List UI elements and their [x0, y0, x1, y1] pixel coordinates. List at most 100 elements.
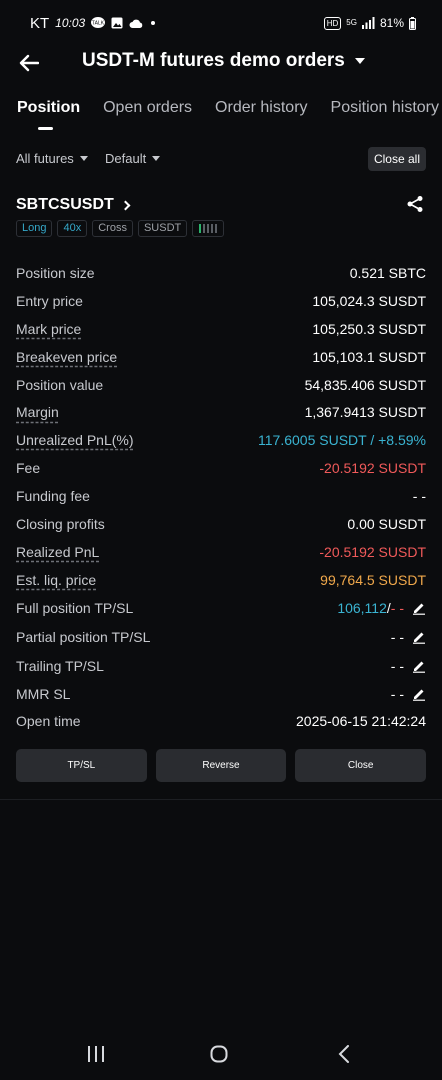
- risk-bar: [207, 224, 210, 233]
- row-label: Fee: [16, 460, 41, 477]
- row-value: - -: [391, 658, 426, 674]
- row-value: - -: [412, 488, 426, 505]
- row-funding-fee: Funding fee - -: [16, 482, 426, 510]
- row-label[interactable]: Realized PnL: [16, 544, 99, 560]
- row-value: 99,764.5 SUSDT: [320, 571, 426, 588]
- row-open-time: Open time 2025-06-15 21:42:24: [16, 707, 426, 735]
- risk-bar: [211, 224, 214, 233]
- row-label[interactable]: Breakeven price: [16, 349, 117, 365]
- sort-filter-dropdown[interactable]: Default: [105, 150, 161, 166]
- 5g-icon: 5G: [346, 18, 357, 27]
- close-all-button[interactable]: Close all: [367, 147, 426, 171]
- row-fee: Fee -20.5192 SUSDT: [16, 454, 426, 482]
- side-badge: Long: [16, 220, 53, 237]
- row-value: - -: [391, 686, 426, 702]
- row-full-tpsl: Full position TP/SL 106,112 / - -: [16, 594, 426, 623]
- row-position-value: Position value 54,835.406 SUSDT: [16, 371, 426, 399]
- hd-icon: HD: [323, 16, 342, 30]
- recent-apps-button[interactable]: [86, 1042, 106, 1066]
- row-value: 0.521 SBTC: [349, 264, 426, 281]
- row-value: - -: [391, 629, 426, 645]
- title-dropdown[interactable]: USDT-M futures demo orders: [82, 50, 365, 72]
- row-closing-profits: Closing profits 0.00 SUSDT: [16, 510, 426, 538]
- partial-tpsl-value: - -: [390, 629, 404, 646]
- tpsl-button[interactable]: TP/SL: [16, 749, 147, 782]
- risk-bar: [215, 224, 218, 233]
- cloud-icon: [129, 18, 143, 28]
- order-tabs: Position Open orders Order history Posit…: [0, 96, 442, 130]
- caret-down-icon: [354, 58, 365, 64]
- close-button[interactable]: Close: [295, 749, 427, 782]
- row-label: Closing profits: [16, 515, 105, 532]
- row-est-liq-price: Est. liq. price 99,764.5 SUSDT: [16, 566, 426, 594]
- row-value: 105,250.3 SUSDT: [312, 320, 426, 337]
- leverage-badge[interactable]: 40x: [57, 220, 88, 237]
- status-right: HD 5G 81%: [323, 16, 426, 30]
- signal-icon: [361, 17, 375, 29]
- position-tags: Long 40x Cross SUSDT: [16, 220, 225, 237]
- row-unrealized-pnl: Unrealized PnL(%) 117.6005 SUSDT / +8.59…: [16, 426, 426, 454]
- back-button[interactable]: [18, 52, 40, 74]
- row-label: Entry price: [16, 292, 83, 309]
- gallery-icon: [111, 17, 123, 29]
- filter-bar: All futures Default Close all: [0, 146, 442, 171]
- row-mark-price: Mark price 105,250.3 SUSDT: [16, 315, 426, 343]
- row-entry-price: Entry price 105,024.3 SUSDT: [16, 287, 426, 315]
- edit-icon[interactable]: [412, 659, 426, 673]
- reverse-button[interactable]: Reverse: [155, 749, 287, 782]
- risk-bar: [199, 224, 202, 233]
- row-label: Funding fee: [16, 488, 90, 505]
- edit-icon[interactable]: [412, 687, 426, 701]
- tab-open-orders[interactable]: Open orders: [103, 96, 215, 130]
- home-button[interactable]: [208, 1042, 230, 1066]
- row-label: Position size: [16, 264, 95, 281]
- row-value: 105,024.3 SUSDT: [312, 292, 426, 309]
- carrier-label: KT: [30, 14, 50, 32]
- row-label[interactable]: Unrealized PnL(%): [16, 432, 134, 448]
- row-label[interactable]: Margin: [16, 404, 59, 420]
- row-value: 0.00 SUSDT: [347, 515, 426, 532]
- futures-filter-label: All futures: [16, 150, 74, 166]
- system-nav-bar: [0, 1036, 442, 1072]
- clock: 10:03: [55, 16, 86, 30]
- symbol-link[interactable]: SBTCSUSDT: [16, 196, 114, 214]
- edit-icon[interactable]: [412, 601, 426, 615]
- sort-filter-label: Default: [105, 150, 147, 166]
- back-nav-button[interactable]: [334, 1042, 354, 1066]
- row-breakeven-price: Breakeven price 105,103.1 SUSDT: [16, 343, 426, 371]
- svg-text:TALK: TALK: [92, 21, 105, 27]
- recent-apps-icon: [88, 1046, 104, 1062]
- position-actions: TP/SL Reverse Close: [16, 749, 427, 782]
- tab-position[interactable]: Position: [0, 96, 103, 130]
- row-value: 117.6005 SUSDT / +8.59%: [258, 432, 426, 449]
- share-icon[interactable]: [406, 195, 424, 218]
- row-label: Position value: [16, 376, 104, 393]
- tp-value: 106,112: [337, 600, 387, 617]
- row-position-size: Position size 0.521 SBTC: [16, 259, 426, 287]
- caret-down-icon: [79, 155, 88, 161]
- margin-mode-badge: Cross: [92, 220, 133, 237]
- back-chevron-icon: [338, 1045, 349, 1063]
- sl-value: - -: [390, 600, 404, 617]
- row-label[interactable]: Est. liq. price: [16, 572, 96, 588]
- row-label[interactable]: Mark price: [16, 321, 81, 337]
- battery-icon: [409, 16, 416, 30]
- divider: [0, 799, 442, 800]
- tab-order-history[interactable]: Order history: [215, 96, 330, 130]
- row-mmr-sl: MMR SL - -: [16, 680, 426, 708]
- position-header: SBTCSUSDT: [16, 193, 426, 217]
- tab-position-history[interactable]: Position history: [331, 96, 442, 130]
- chevron-right-icon: [120, 200, 131, 210]
- page-title: USDT-M futures demo orders: [82, 50, 345, 71]
- status-bar: KT 10:03 TALK HD 5G 81%: [0, 0, 442, 46]
- caret-down-icon: [152, 155, 161, 161]
- row-trailing-tpsl: Trailing TP/SL - -: [16, 652, 426, 680]
- row-label: Open time: [16, 713, 81, 730]
- edit-icon[interactable]: [412, 630, 426, 644]
- trailing-tpsl-value: - -: [390, 657, 404, 674]
- futures-filter-dropdown[interactable]: All futures: [16, 151, 88, 166]
- position-details: Position size 0.521 SBTC Entry price 105…: [16, 259, 426, 735]
- row-value: 54,835.406 SUSDT: [304, 376, 426, 393]
- row-label: Partial position TP/SL: [16, 629, 151, 646]
- back-arrow-icon: [19, 54, 39, 72]
